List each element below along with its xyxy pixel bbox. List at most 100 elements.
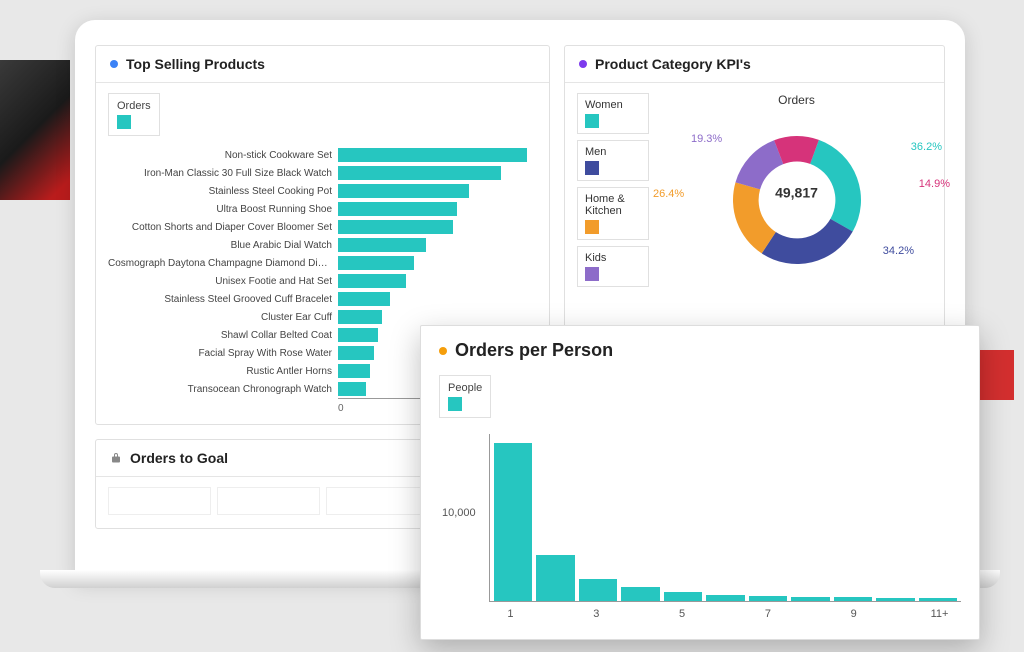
pct-label: 14.9% xyxy=(919,178,950,190)
donut-title: Orders xyxy=(778,93,815,107)
kpi-legend-item: Men xyxy=(577,140,649,181)
goal-slot xyxy=(326,487,429,515)
kpi-legend-label: Men xyxy=(585,146,641,158)
panel-title: Top Selling Products xyxy=(126,56,265,72)
bar-label: Unisex Footie and Hat Set xyxy=(108,276,338,287)
goal-slot xyxy=(108,487,211,515)
histogram-bar xyxy=(791,597,829,601)
orders-per-person-panel: Orders per Person People 10,000 1 3 5 7 9 11+ xyxy=(420,325,980,640)
donut-center-value: 49,817 xyxy=(775,184,818,200)
bar-fill xyxy=(338,310,382,324)
bar-fill xyxy=(338,256,414,270)
panel-title: Orders to Goal xyxy=(130,450,228,466)
bar-row: Blue Arabic Dial Watch xyxy=(108,236,537,254)
bar-label: Stainless Steel Cooking Pot xyxy=(108,186,338,197)
dot-icon xyxy=(439,347,447,355)
kpi-swatch-icon xyxy=(585,267,599,281)
x-tick: 0 xyxy=(338,403,344,414)
bar-label: Stainless Steel Grooved Cuff Bracelet xyxy=(108,294,338,305)
bar-fill xyxy=(338,184,469,198)
donut-wrap: Orders 49,817 36.2% 34.2% 26.4% 19.3% 14… xyxy=(661,93,932,287)
bar-fill xyxy=(338,328,378,342)
x-tick: 9 xyxy=(832,608,875,620)
bar-label: Ultra Boost Running Shoe xyxy=(108,204,338,215)
bar-row: Cluster Ear Cuff xyxy=(108,308,537,326)
bar-label: Cosmograph Daytona Champagne Diamond Dia… xyxy=(108,258,338,269)
kpi-legend-item: Home & Kitchen xyxy=(577,187,649,240)
legend-orders: Orders xyxy=(108,93,160,136)
dot-icon xyxy=(579,60,587,68)
category-kpi-panel: Product Category KPI's Women Men Home & Ki… xyxy=(564,45,945,365)
bar-label: Rustic Antler Horns xyxy=(108,366,338,377)
bar-row: Ultra Boost Running Shoe xyxy=(108,200,537,218)
bar-fill xyxy=(338,148,527,162)
legend-people: People xyxy=(439,375,491,418)
bar-row: Stainless Steel Grooved Cuff Bracelet xyxy=(108,290,537,308)
histogram-bar xyxy=(876,598,914,601)
bar-label: Cluster Ear Cuff xyxy=(108,312,338,323)
legend-label: People xyxy=(448,382,482,394)
x-axis: 1 3 5 7 9 11+ xyxy=(489,602,961,620)
bar-row: Cotton Shorts and Diaper Cover Bloomer S… xyxy=(108,218,537,236)
kpi-legend-item: Women xyxy=(577,93,649,134)
bar-row: Stainless Steel Cooking Pot xyxy=(108,182,537,200)
panel-header: Orders per Person xyxy=(421,326,979,375)
kpi-legend-label: Kids xyxy=(585,252,641,264)
histogram-area: 10,000 xyxy=(489,434,961,602)
bar-row: Cosmograph Daytona Champagne Diamond Dia… xyxy=(108,254,537,272)
x-tick xyxy=(875,608,918,620)
panel-title: Product Category KPI's xyxy=(595,56,751,72)
bar-fill xyxy=(338,364,370,378)
kpi-legend: Women Men Home & Kitchen Kids xyxy=(577,93,649,287)
bar-track xyxy=(338,166,537,180)
panel-header: Top Selling Products xyxy=(96,46,549,83)
bar-row: Iron-Man Classic 30 Full Size Black Watc… xyxy=(108,164,537,182)
bar-track xyxy=(338,238,537,252)
bar-label: Cotton Shorts and Diaper Cover Bloomer S… xyxy=(108,222,338,233)
bar-track xyxy=(338,274,537,288)
kpi-body: Women Men Home & Kitchen Kids Orders 49,817… xyxy=(565,83,944,297)
bar-fill xyxy=(338,292,390,306)
pct-label: 19.3% xyxy=(691,133,722,145)
x-tick: 5 xyxy=(661,608,704,620)
bar-label: Iron-Man Classic 30 Full Size Black Watc… xyxy=(108,168,338,179)
bar-track xyxy=(338,202,537,216)
histogram-bar xyxy=(536,555,574,601)
histogram-bar xyxy=(579,579,617,601)
goal-slot xyxy=(217,487,320,515)
background-shadow-block xyxy=(0,60,70,200)
bar-fill xyxy=(338,238,426,252)
pct-label: 26.4% xyxy=(653,188,684,200)
legend-label: Orders xyxy=(117,100,151,112)
x-tick xyxy=(789,608,832,620)
histogram-bar xyxy=(919,598,957,601)
x-tick: 7 xyxy=(746,608,789,620)
bar-fill xyxy=(338,274,406,288)
histogram-bar xyxy=(834,597,872,601)
bar-fill xyxy=(338,166,501,180)
legend-swatch-icon xyxy=(448,397,462,411)
bar-track xyxy=(338,184,537,198)
kpi-legend-label: Women xyxy=(585,99,641,111)
bar-track xyxy=(338,256,537,270)
bar-label: Non-stick Cookware Set xyxy=(108,150,338,161)
bar-track xyxy=(338,148,537,162)
x-tick: 11+ xyxy=(918,608,961,620)
y-tick: 10,000 xyxy=(442,507,476,519)
histogram-bar xyxy=(621,587,659,601)
bar-label: Facial Spray With Rose Water xyxy=(108,348,338,359)
bar-row: Unisex Footie and Hat Set xyxy=(108,272,537,290)
kpi-swatch-icon xyxy=(585,220,599,234)
x-tick: 1 xyxy=(489,608,532,620)
histogram-bar xyxy=(706,595,744,601)
panel-header: Product Category KPI's xyxy=(565,46,944,83)
x-tick xyxy=(618,608,661,620)
x-tick xyxy=(532,608,575,620)
donut-slice xyxy=(735,140,783,189)
bar-label: Blue Arabic Dial Watch xyxy=(108,240,338,251)
bar-fill xyxy=(338,202,457,216)
x-tick xyxy=(704,608,747,620)
bar-fill xyxy=(338,220,453,234)
histogram-bars xyxy=(490,434,961,601)
x-tick: 3 xyxy=(575,608,618,620)
